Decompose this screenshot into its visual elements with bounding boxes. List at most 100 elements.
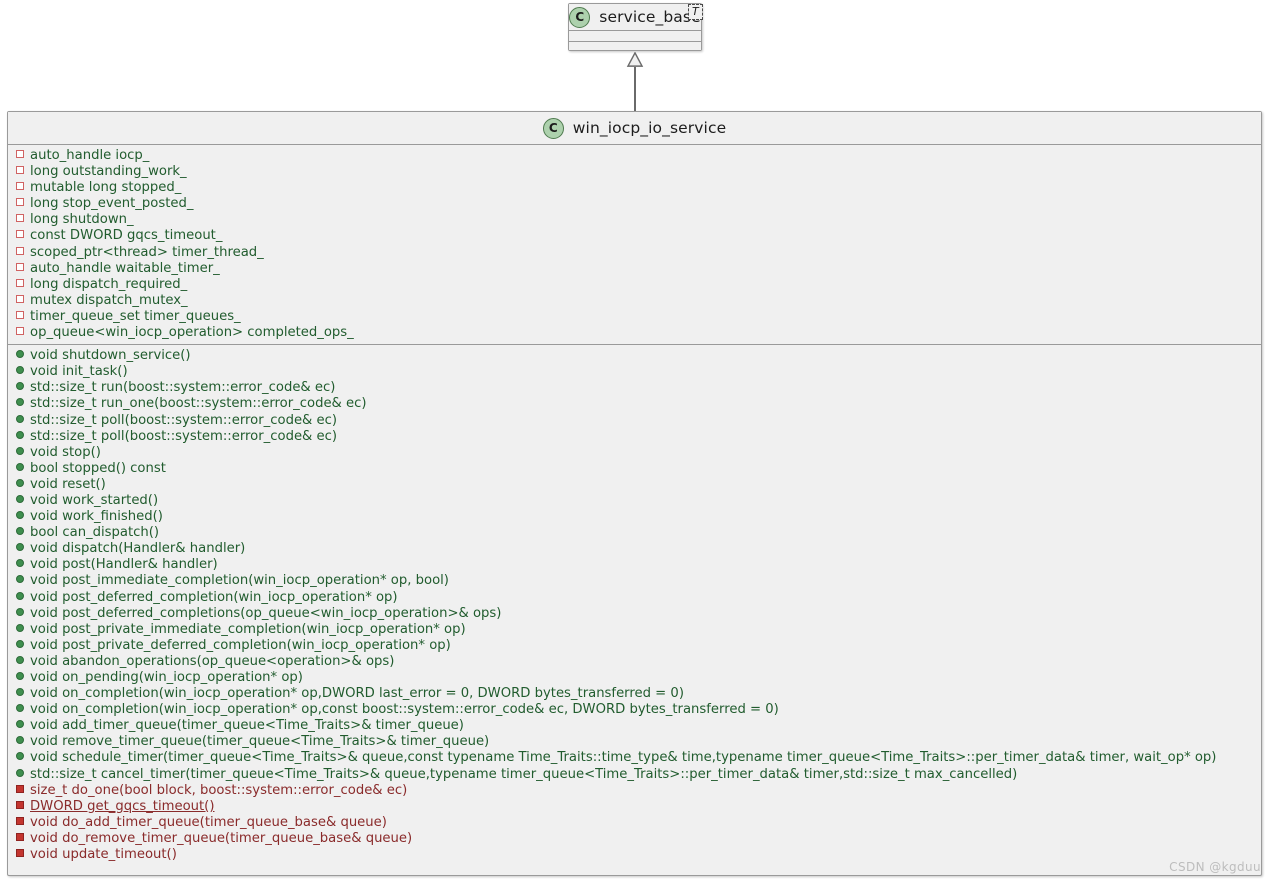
- class-member-label: std::size_t poll(boost::system::error_co…: [30, 428, 338, 444]
- class-member: void stop(): [8, 445, 1261, 461]
- op-public-marker-icon: [16, 446, 24, 455]
- class-member-label: timer_queue_set timer_queues_: [30, 308, 241, 324]
- class-member: void work_started(): [8, 493, 1261, 509]
- class-member: void shutdown_service(): [8, 348, 1261, 364]
- class-member: timer_queue_set timer_queues_: [8, 309, 1261, 325]
- attr-private-marker-icon: [16, 262, 24, 271]
- class-member: long stop_event_posted_: [8, 196, 1261, 212]
- op-public-marker-icon: [16, 655, 24, 664]
- attr-private-marker-icon: [16, 182, 24, 191]
- class-member-label: void on_completion(win_iocp_operation* o…: [30, 686, 684, 702]
- class-name-service-base: service_base: [599, 8, 701, 26]
- class-member-label: void reset(): [30, 476, 106, 492]
- class-member-label: void on_pending(win_iocp_operation* op): [30, 670, 303, 685]
- op-private-marker-icon: [16, 800, 24, 809]
- op-public-marker-icon: [16, 607, 24, 616]
- class-member: void do_remove_timer_queue(timer_queue_b…: [8, 831, 1261, 847]
- op-private-marker-icon: [16, 816, 24, 825]
- operations-compartment-service-base: [569, 41, 701, 50]
- class-member: void update_timeout(): [8, 847, 1261, 863]
- op-public-marker-icon: [16, 366, 24, 375]
- attributes-compartment-win-iocp-io-service: auto_handle iocp_ long outstanding_work_ m…: [8, 145, 1261, 345]
- class-box-win-iocp-io-service[interactable]: C win_iocp_io_service auto_handle iocp_ l…: [7, 111, 1262, 876]
- class-member: scoped_ptr<thread> timer_thread_: [8, 245, 1261, 261]
- class-header-service-base: C service_base: [569, 4, 701, 31]
- class-member: void post_deferred_completions(op_queue<…: [8, 606, 1261, 622]
- class-member-label: auto_handle iocp_: [30, 148, 150, 163]
- class-member: auto_handle waitable_timer_: [8, 261, 1261, 277]
- class-member: void remove_timer_queue(timer_queue<Time…: [8, 734, 1261, 750]
- class-member: void post_deferred_completion(win_iocp_o…: [8, 590, 1261, 606]
- class-member-label: void do_remove_timer_queue(timer_queue_b…: [30, 830, 413, 846]
- class-member-label: size_t do_one(bool block, boost::system:…: [30, 782, 408, 798]
- op-public-marker-icon: [16, 462, 24, 471]
- op-public-marker-icon: [16, 511, 24, 520]
- class-member: size_t do_one(bool block, boost::system:…: [8, 783, 1261, 799]
- class-member-label: bool stopped() const: [30, 460, 166, 476]
- class-member: void post_private_immediate_completion(w…: [8, 622, 1261, 638]
- attributes-compartment-service-base: [569, 31, 701, 41]
- op-public-marker-icon: [16, 494, 24, 503]
- attr-private-marker-icon: [16, 230, 24, 239]
- class-member: void post(Handler& handler): [8, 557, 1261, 573]
- op-private-marker-icon: [16, 849, 24, 858]
- class-member-label: void post_deferred_completions(op_queue<…: [30, 605, 502, 621]
- class-member-label: void remove_timer_queue(timer_queue<Time…: [30, 734, 490, 750]
- class-member: std::size_t poll(boost::system::error_co…: [8, 429, 1261, 445]
- op-public-marker-icon: [16, 688, 24, 697]
- class-member: void schedule_timer(timer_queue<Time_Tra…: [8, 750, 1261, 766]
- op-private-marker-icon: [16, 784, 24, 793]
- op-public-marker-icon: [16, 591, 24, 600]
- op-public-marker-icon: [16, 430, 24, 439]
- class-member: long shutdown_: [8, 212, 1261, 228]
- class-member-label: long dispatch_required_: [30, 276, 188, 292]
- connector-line: [634, 67, 636, 112]
- class-member: void work_finished(): [8, 509, 1261, 525]
- class-member: void add_timer_queue(timer_queue<Time_Tr…: [8, 718, 1261, 734]
- class-member: void on_completion(win_iocp_operation* o…: [8, 702, 1261, 718]
- op-public-marker-icon: [16, 736, 24, 745]
- class-member: mutable long stopped_: [8, 180, 1261, 196]
- class-member-label: void update_timeout(): [30, 847, 177, 863]
- generalization-connector: [626, 51, 646, 112]
- attr-private-marker-icon: [16, 166, 24, 175]
- class-member-label: void post_private_deferred_completion(wi…: [30, 637, 451, 653]
- op-public-marker-icon: [16, 350, 24, 359]
- class-circle-icon: C: [542, 117, 564, 139]
- class-member: long dispatch_required_: [8, 277, 1261, 293]
- op-public-marker-icon: [16, 672, 24, 680]
- class-member-label: long outstanding_work_: [30, 164, 187, 180]
- template-parameter-box: T: [688, 4, 703, 20]
- op-public-marker-icon: [16, 639, 24, 648]
- attr-private-marker-icon: [16, 278, 24, 287]
- class-member-label: void abandon_operations(op_queue<operati…: [30, 653, 395, 669]
- op-public-marker-icon: [16, 720, 24, 729]
- op-public-marker-icon: [16, 398, 24, 407]
- class-member-label: void work_finished(): [30, 509, 163, 525]
- class-member: bool stopped() const: [8, 461, 1261, 477]
- class-member-label: void shutdown_service(): [30, 348, 191, 364]
- class-member: void reset(): [8, 477, 1261, 493]
- operations-compartment-win-iocp-io-service: void shutdown_service() void init_task() s…: [8, 344, 1261, 867]
- op-public-marker-icon: [16, 414, 24, 423]
- op-public-marker-icon: [16, 752, 24, 761]
- class-member: auto_handle iocp_: [8, 148, 1261, 164]
- class-member: void on_pending(win_iocp_operation* op): [8, 670, 1261, 686]
- class-member: mutex dispatch_mutex_: [8, 293, 1261, 309]
- class-member-label: op_queue<win_iocp_operation> completed_o…: [30, 325, 354, 341]
- attr-private-marker-icon: [16, 150, 24, 158]
- class-member: void dispatch(Handler& handler): [8, 541, 1261, 557]
- class-member: long outstanding_work_: [8, 164, 1261, 180]
- op-public-marker-icon: [16, 527, 24, 536]
- class-member: op_queue<win_iocp_operation> completed_o…: [8, 325, 1261, 341]
- attr-private-marker-icon: [16, 294, 24, 303]
- class-member: DWORD get_gqcs_timeout(): [8, 799, 1261, 815]
- hollow-triangle-arrow-icon: [626, 52, 644, 67]
- class-member-label: void work_started(): [30, 492, 159, 508]
- class-box-service-base[interactable]: C service_base: [568, 3, 702, 51]
- class-member-label: auto_handle waitable_timer_: [30, 260, 220, 276]
- attr-private-marker-icon: [16, 310, 24, 319]
- class-member-label: void dispatch(Handler& handler): [30, 541, 246, 557]
- class-member: void do_add_timer_queue(timer_queue_base…: [8, 815, 1261, 831]
- class-member: std::size_t poll(boost::system::error_co…: [8, 413, 1261, 429]
